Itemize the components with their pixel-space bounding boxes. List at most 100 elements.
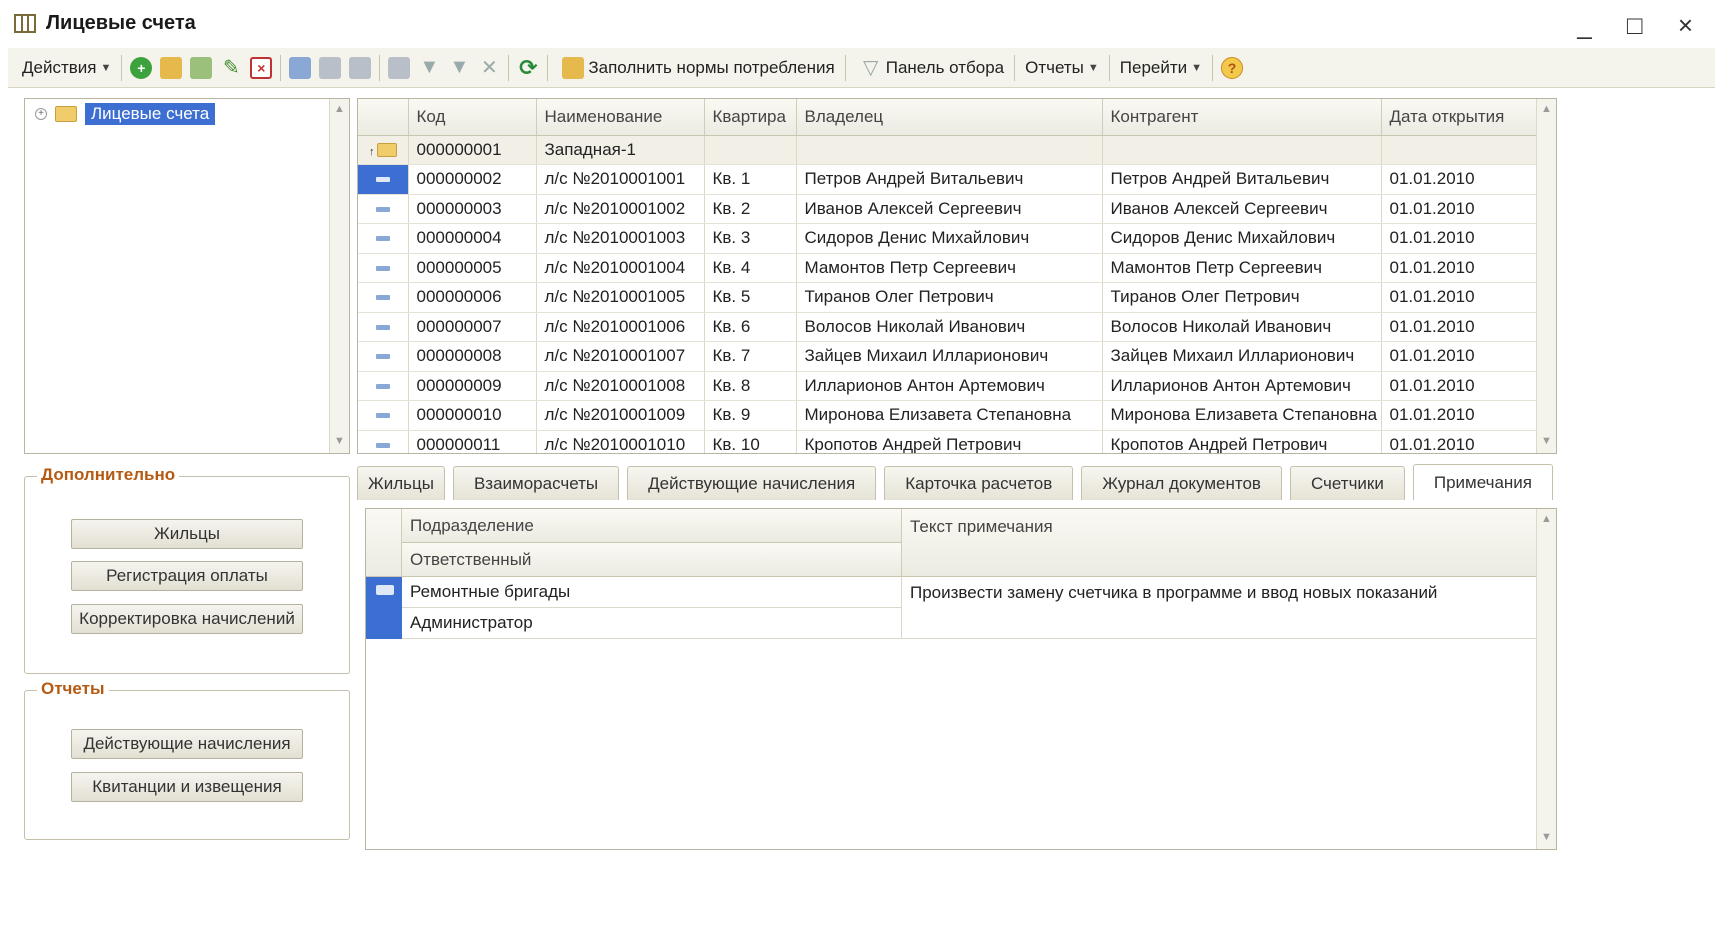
tree-scrollbar[interactable]: ▲ ▼ [329, 99, 349, 453]
scroll-down-icon[interactable]: ▼ [334, 435, 345, 447]
notes-row-selector[interactable] [366, 577, 402, 639]
row-marker[interactable] [358, 164, 409, 195]
notes-header-text[interactable]: Текст примечания [902, 509, 1538, 577]
refresh-icon[interactable]: ⟳ [517, 55, 539, 80]
table-icon [14, 14, 36, 33]
accounts-grid[interactable]: Код Наименование Квартира Владелец Контр… [357, 98, 1557, 454]
window-controls[interactable]: _ □ × [1577, 10, 1707, 41]
receipts-button[interactable]: Квитанции и извещения [71, 772, 303, 802]
cell-open-date: 01.01.2010 [1381, 312, 1539, 342]
scroll-up-icon[interactable]: ▲ [1541, 103, 1552, 115]
tab-4[interactable]: Журнал документов [1081, 466, 1282, 500]
expand-icon[interactable]: + [35, 108, 47, 120]
add-icon[interactable]: + [130, 56, 153, 79]
filter-list-icon[interactable]: ▼ [448, 56, 470, 79]
table-row[interactable]: 000000004 л/с №2010001003 Кв. 3 Сидоров Ден… [358, 223, 1539, 254]
tree-item-root[interactable]: + Лицевые счета [35, 103, 216, 125]
folder-tree[interactable]: + Лицевые счета ▲ ▼ [24, 98, 350, 454]
level-up-icon[interactable] [349, 56, 372, 79]
grid-scrollbar[interactable]: ▲ ▼ [1536, 99, 1556, 453]
window-title: Лицевые счета [46, 12, 196, 34]
folder-icon [376, 143, 397, 158]
cell-name: л/с №2010001008 [536, 371, 705, 401]
header-counterparty[interactable]: Контрагент [1102, 99, 1382, 136]
cell-apartment: Кв. 9 [704, 400, 797, 431]
header-owner[interactable]: Владелец [796, 99, 1103, 136]
filter-icon[interactable]: ▼ [418, 56, 440, 79]
cell-name: л/с №2010001009 [536, 400, 705, 431]
fill-norms-button[interactable]: Заполнить нормы потребления [552, 53, 840, 83]
tab-3[interactable]: Карточка расчетов [884, 466, 1074, 500]
table-row[interactable]: 000000011 л/с №2010001010 Кв. 10 Кропотов А… [358, 430, 1539, 453]
filter-settings-icon[interactable] [388, 56, 411, 79]
header-name[interactable]: Наименование [536, 99, 705, 136]
reports-group: Отчеты Действующие начисления Квитанции … [24, 679, 350, 840]
scroll-down-icon[interactable]: ▼ [1541, 831, 1552, 843]
group-row[interactable]: ↑ 000000001 Западная-1 [358, 135, 1539, 165]
accounts-window: Лицевые счета _ □ × Действия ▼ + ✎ × ▼ ▼… [0, 0, 1715, 932]
add-folder-icon[interactable] [160, 56, 183, 79]
row-marker[interactable] [358, 282, 409, 313]
group-row-marker: ↑ [358, 135, 409, 165]
residents-button[interactable]: Жильцы [71, 519, 303, 549]
scroll-up-icon[interactable]: ▲ [1541, 513, 1552, 525]
notes-scrollbar[interactable]: ▲ ▼ [1536, 509, 1556, 849]
copy-icon[interactable] [190, 56, 213, 79]
table-row[interactable]: 000000009 л/с №2010001008 Кв. 8 Илларионов … [358, 371, 1539, 401]
table-row[interactable]: 000000005 л/с №2010001004 Кв. 4 Мамонтов Пе… [358, 253, 1539, 283]
tab-2[interactable]: Действующие начисления [627, 466, 877, 500]
notes-header-division[interactable]: Подразделение [402, 509, 902, 543]
cell-open-date: 01.01.2010 [1381, 223, 1539, 254]
note-responsible[interactable]: Администратор [402, 608, 902, 639]
table-row[interactable]: 000000003 л/с №2010001002 Кв. 2 Иванов Алек… [358, 194, 1539, 224]
header-code[interactable]: Код [408, 99, 537, 136]
header-apartment[interactable]: Квартира [704, 99, 797, 136]
cell-name: л/с №2010001004 [536, 253, 705, 283]
tab-1[interactable]: Взаиморасчеты [452, 466, 620, 500]
delete-icon[interactable]: × [250, 56, 273, 79]
up-arrow-icon: ↑ [369, 145, 375, 158]
scroll-up-icon[interactable]: ▲ [334, 103, 345, 115]
notes-grid[interactable]: Подразделение Ответственный Текст примеч… [365, 508, 1557, 850]
clear-filter-icon[interactable]: ✕ [478, 57, 500, 79]
filter-panel-button[interactable]: ▽ Панель отбора [850, 53, 1010, 83]
row-marker[interactable] [358, 194, 409, 224]
scroll-down-icon[interactable]: ▼ [1541, 435, 1552, 447]
notes-header-responsible[interactable]: Ответственный [402, 543, 902, 577]
charges-correction-button[interactable]: Корректировка начислений [71, 604, 303, 634]
cell-apartment: Кв. 4 [704, 253, 797, 283]
table-row[interactable]: 000000002 л/с №2010001001 Кв. 1 Петров Андр… [358, 164, 1539, 195]
caret-down-icon: ▼ [1087, 61, 1099, 74]
note-text[interactable]: Произвести замену счетчика в программе и… [902, 577, 1538, 639]
row-marker[interactable] [358, 371, 409, 401]
table-row[interactable]: 000000007 л/с №2010001006 Кв. 6 Волосов Ник… [358, 312, 1539, 342]
header-open-date[interactable]: Дата открытия [1381, 99, 1539, 136]
active-charges-report-button[interactable]: Действующие начисления [71, 729, 303, 759]
table-row[interactable]: 000000008 л/с №2010001007 Кв. 7 Зайцев Миха… [358, 341, 1539, 372]
goto-menu[interactable]: Перейти ▼ [1114, 53, 1208, 83]
row-marker[interactable] [358, 312, 409, 342]
help-icon[interactable]: ? [1221, 56, 1244, 79]
row-marker[interactable] [358, 400, 409, 431]
row-marker[interactable] [358, 341, 409, 372]
payment-registration-button[interactable]: Регистрация оплаты [71, 561, 303, 591]
row-marker[interactable] [358, 253, 409, 283]
actions-menu[interactable]: Действия ▼ [16, 53, 117, 83]
note-division[interactable]: Ремонтные бригады [402, 577, 902, 608]
tab-5[interactable]: Счетчики [1289, 466, 1405, 500]
row-marker[interactable] [358, 223, 409, 254]
cell-owner: Кропотов Андрей Петрович [796, 430, 1103, 453]
cell-counterparty: Мамонтов Петр Сергеевич [1102, 253, 1382, 283]
edit-icon[interactable]: ✎ [220, 57, 242, 79]
cell-code: 000000007 [408, 312, 537, 342]
toolbar-separator [844, 54, 846, 81]
table-row[interactable]: 000000006 л/с №2010001005 Кв. 5 Тиранов Оле… [358, 282, 1539, 313]
filter-panel-label: Панель отбора [885, 57, 1005, 77]
table-row[interactable]: 000000010 л/с №2010001009 Кв. 9 Миронова Ел… [358, 400, 1539, 431]
row-marker[interactable] [358, 430, 409, 453]
hierarchy-icon[interactable] [289, 56, 312, 79]
select-icon[interactable] [319, 56, 342, 79]
tab-6[interactable]: Примечания [1412, 464, 1554, 500]
tab-0[interactable]: Жильцы [357, 466, 445, 500]
reports-menu[interactable]: Отчеты ▼ [1019, 53, 1105, 83]
